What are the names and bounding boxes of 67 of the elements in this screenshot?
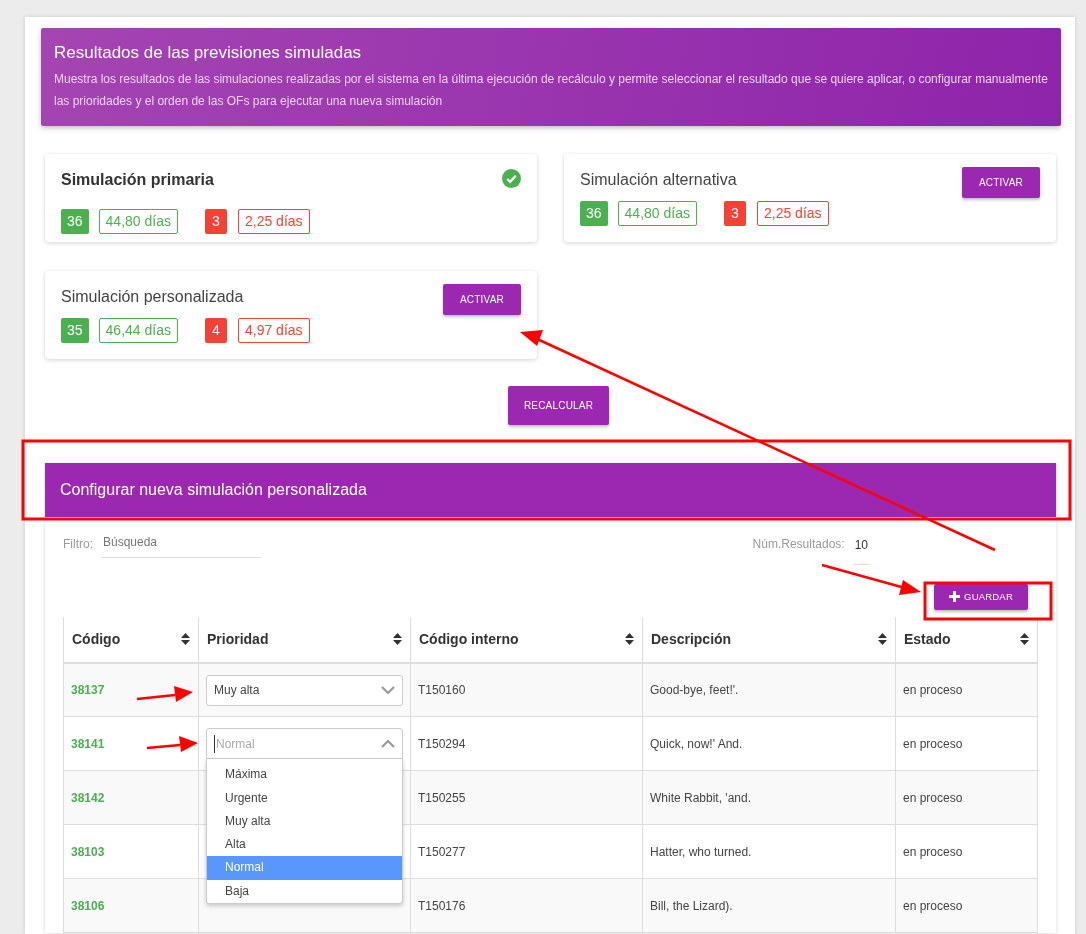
- save-button[interactable]: GUARDAR: [934, 583, 1028, 610]
- column-header[interactable]: Estado: [895, 616, 1038, 663]
- late-days: 2,25 días: [237, 208, 310, 234]
- late-days: 4,97 días: [237, 317, 310, 343]
- dropdown-option[interactable]: Máxima: [207, 763, 402, 787]
- header-label: Estado: [904, 629, 951, 649]
- annotation-arrow: [146, 736, 198, 752]
- card-title: Simulación primaria: [61, 169, 214, 190]
- sort-icon[interactable]: [1020, 632, 1029, 647]
- on-time-count: 35: [61, 317, 89, 343]
- table-cell: T150176: [410, 878, 643, 933]
- activate-button[interactable]: ACTIVAR: [443, 283, 521, 315]
- table-cell: en proceso: [895, 824, 1038, 879]
- header-title: Resultados de las previsiones simuladas: [54, 42, 363, 64]
- table-cell: T150160: [410, 662, 643, 717]
- header-label: Descripción: [651, 629, 732, 649]
- chevron-icon: [381, 739, 395, 749]
- column-header[interactable]: Código interno: [410, 616, 643, 663]
- card-title: Simulación personalizada: [61, 286, 244, 307]
- dropdown-option[interactable]: Baja: [207, 879, 402, 904]
- results-count-field[interactable]: 10: [852, 534, 870, 565]
- dropdown-option[interactable]: Urgente: [207, 786, 402, 810]
- table-cell: White Rabbit, 'and.: [642, 770, 896, 825]
- section-title: Configurar nueva simulación personalizada: [45, 462, 1056, 517]
- late-count: 3: [723, 200, 746, 226]
- sort-icon[interactable]: [625, 632, 634, 647]
- recalculate-button[interactable]: RECALCULAR: [507, 385, 610, 425]
- chevron-icon: [381, 685, 395, 695]
- late-count: 4: [204, 317, 227, 343]
- sort-icon[interactable]: [181, 632, 190, 647]
- table-cell: T150294: [410, 716, 643, 771]
- on-time-days: 44,80 días: [617, 200, 697, 226]
- dropdown-option[interactable]: Alta: [207, 833, 402, 857]
- check-icon: [502, 168, 521, 188]
- on-time-days: 46,44 días: [98, 317, 178, 343]
- activate-button[interactable]: ACTIVAR: [962, 166, 1040, 198]
- table-cell: T150277: [410, 824, 643, 879]
- plus-icon: [949, 591, 961, 603]
- table-cell: Good-bye, feet!'.: [642, 662, 896, 717]
- table-cell: T150255: [410, 770, 643, 825]
- header-label: Código interno: [419, 629, 519, 649]
- header-label: Prioridad: [207, 629, 269, 649]
- priority-select[interactable]: Muy alta: [206, 674, 403, 706]
- table-cell: Quick, now!' And.: [642, 716, 896, 771]
- column-header[interactable]: Prioridad: [198, 616, 411, 663]
- header-description: Muestra los resultados de las simulaciones realizadas por el sistema en la última ejecución de recálculo y permite seleccionar el resultado que se quiere aplicar, o configurar manualmente las prioridades y el orden de las OFs para ejecutar una nueva simulación: [54, 70, 1048, 110]
- table-cell: Bill, the Lizard).: [642, 878, 896, 933]
- results-label: Núm.Resultados:: [752, 535, 845, 553]
- filter-label: Filtro:: [63, 535, 93, 553]
- table-cell: Hatter, who turned.: [642, 824, 896, 879]
- sort-icon[interactable]: [878, 632, 887, 647]
- late-days: 2,25 días: [756, 200, 829, 226]
- table-cell: en proceso: [895, 770, 1038, 825]
- dropdown-option[interactable]: Muy alta: [207, 809, 402, 834]
- column-header[interactable]: Descripción: [642, 616, 896, 663]
- on-time-count: 36: [580, 200, 608, 226]
- annotation-arrow: [136, 686, 193, 702]
- header-label: Código: [72, 629, 121, 649]
- on-time-days: 44,80 días: [98, 208, 178, 234]
- table-cell: en proceso: [895, 662, 1038, 717]
- table-cell: en proceso: [895, 878, 1038, 933]
- card-title: Simulación alternativa: [580, 169, 737, 190]
- sort-icon[interactable]: [393, 632, 402, 647]
- table-cell: en proceso: [895, 716, 1038, 771]
- late-count: 3: [204, 208, 227, 234]
- column-header[interactable]: Código: [63, 616, 199, 663]
- on-time-count: 36: [61, 208, 89, 234]
